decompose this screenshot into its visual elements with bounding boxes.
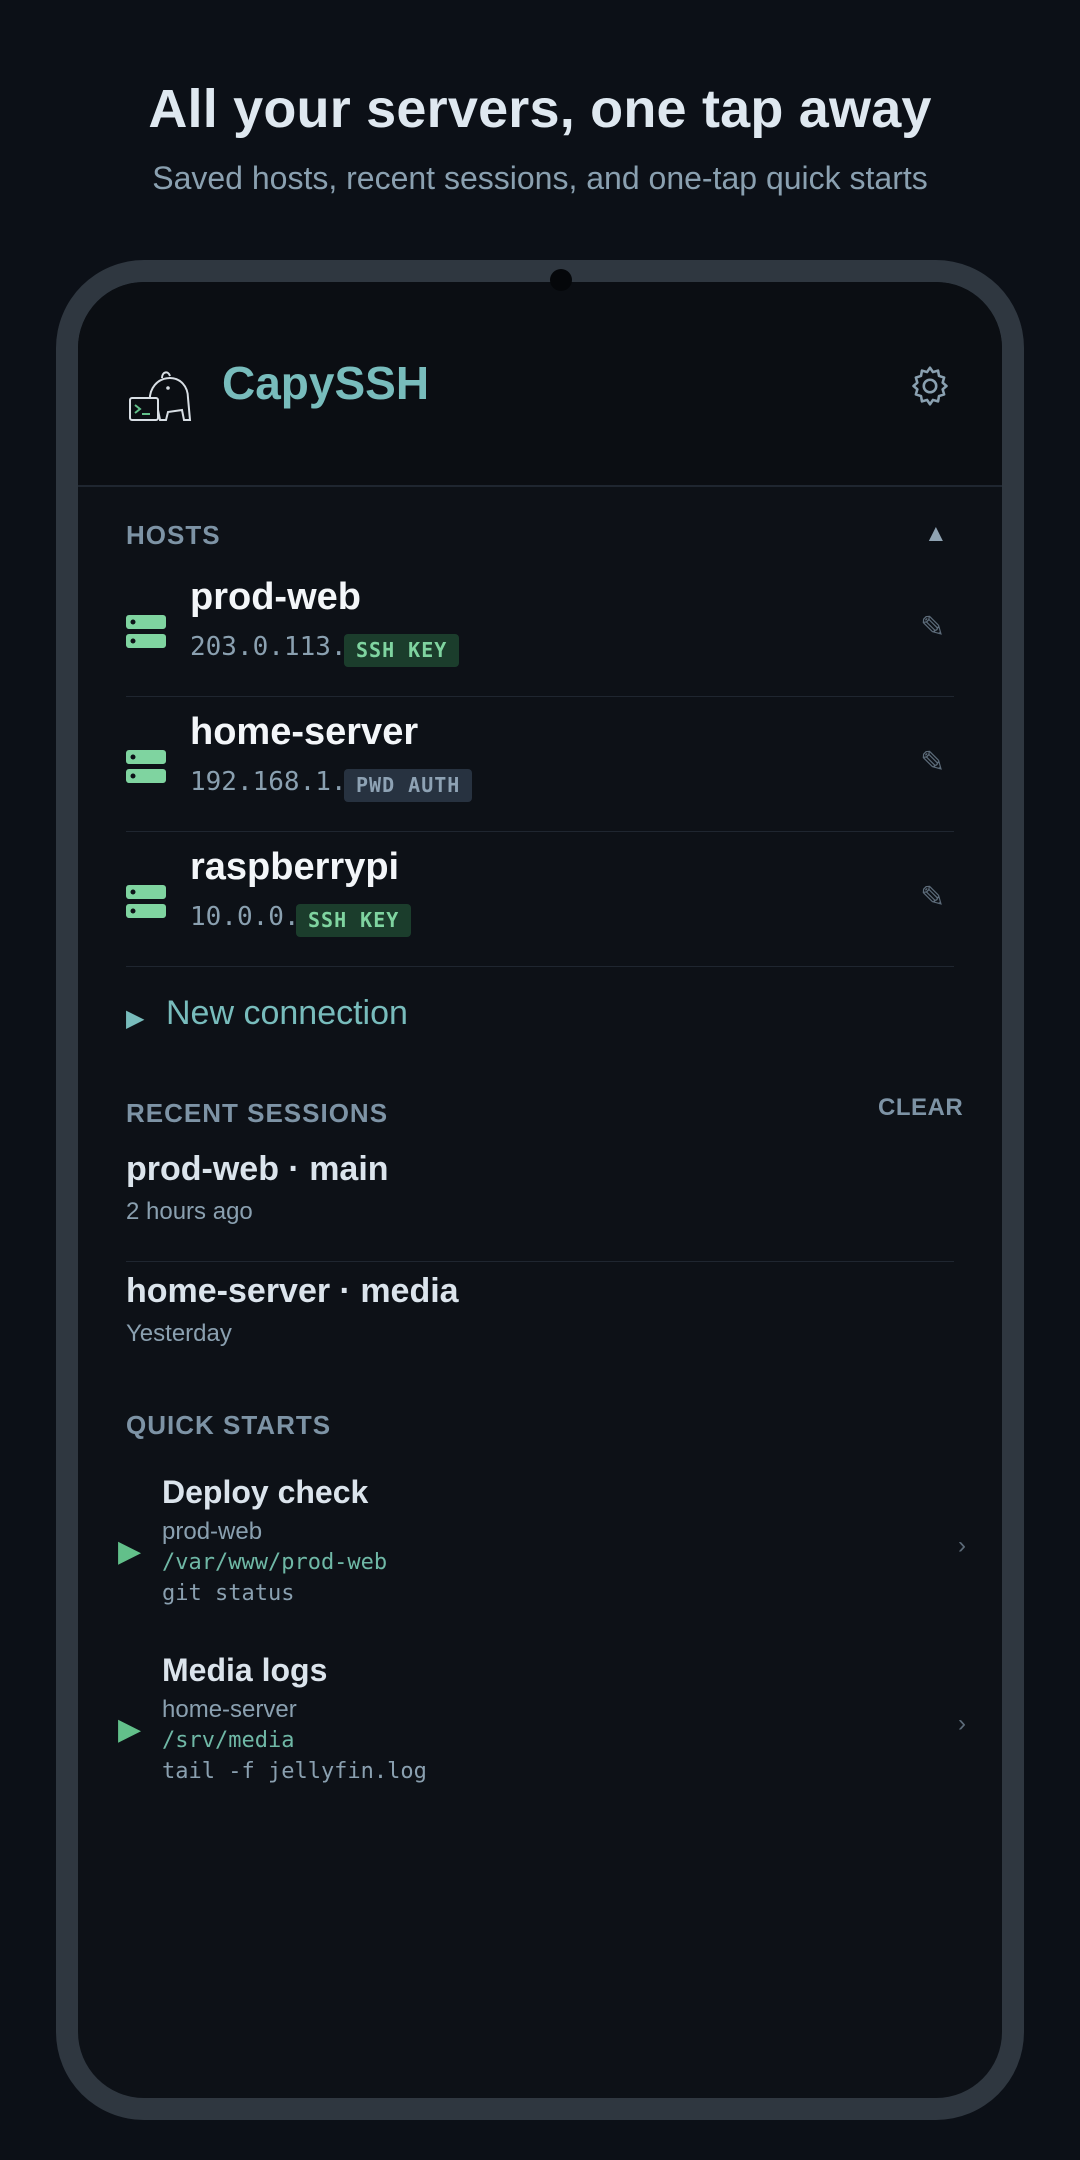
quick-starts-label: QUICK STARTS [126, 1410, 332, 1440]
host-row-home-server[interactable]: home-server 192.168.1.42 PWD AUTH ✎ [126, 697, 954, 832]
camera-notch [550, 269, 572, 291]
host-row-raspberrypi[interactable]: raspberrypi 10.0.0.15 SSH KEY ✎ [126, 832, 954, 967]
hosts-section-label: HOSTS [126, 520, 221, 550]
host-name: prod-web [190, 576, 361, 618]
gear-icon[interactable] [908, 364, 952, 408]
chevron-right-icon: › [958, 1710, 966, 1737]
edit-host-button[interactable]: ✎ [920, 610, 945, 645]
clear-sessions-button[interactable]: CLEAR [878, 1094, 963, 1122]
session-time: Yesterday [126, 1320, 232, 1347]
session-row[interactable]: home-server · media Yesterday [126, 1262, 954, 1384]
host-name: home-server [190, 711, 419, 753]
phone-frame: CapySSH HOSTS ▲ prod-web 203.0.113.42 SS… [56, 260, 1024, 2120]
host-row-prod-web[interactable]: prod-web 203.0.113.42 SSH KEY ✎ [126, 562, 954, 697]
quick-start-row[interactable]: ▶ Media logs home-server /srv/media tail… [118, 1652, 968, 1822]
collapse-hosts-button[interactable]: ▲ [924, 520, 948, 548]
auth-badge: SSH KEY [296, 904, 412, 937]
capybara-terminal-icon [129, 371, 192, 421]
server-icon [126, 885, 166, 918]
quick-start-host: home-server [162, 1696, 297, 1723]
edit-host-button[interactable]: ✎ [920, 745, 945, 780]
new-connection-label: New connection [166, 994, 408, 1032]
quick-start-command: tail -f jellyfin.log [162, 1759, 427, 1784]
app-title: CapySSH [222, 357, 430, 409]
quick-start-row[interactable]: ▶ Deploy check prod-web /var/www/prod-we… [118, 1474, 968, 1644]
quick-start-title: Media logs [162, 1652, 328, 1688]
play-arrow-icon: ▶ [126, 1005, 145, 1032]
quick-start-host: prod-web [162, 1518, 263, 1545]
edit-host-button[interactable]: ✎ [920, 880, 945, 915]
marketing-subline: Saved hosts, recent sessions, and one-ta… [152, 160, 928, 196]
auth-badge: SSH KEY [344, 634, 460, 667]
quick-start-path: /srv/media [162, 1728, 295, 1753]
chevron-right-icon: › [958, 1532, 966, 1559]
quick-start-title: Deploy check [162, 1474, 369, 1510]
app-screen: CapySSH HOSTS ▲ prod-web 203.0.113.42 SS… [78, 282, 1002, 2098]
session-title: home-server · media [126, 1272, 459, 1310]
app-bar: CapySSH [78, 282, 1002, 487]
marketing-headline: All your servers, one tap away [148, 79, 932, 139]
server-icon [126, 615, 166, 648]
quick-start-command: git status [162, 1581, 295, 1606]
server-icon [126, 750, 166, 783]
session-time: 2 hours ago [126, 1198, 253, 1225]
session-title: prod-web · main [126, 1150, 389, 1188]
play-icon[interactable]: ▶ [118, 1712, 141, 1747]
quick-start-path: /var/www/prod-web [162, 1550, 388, 1575]
session-row[interactable]: prod-web · main 2 hours ago [126, 1140, 954, 1262]
play-icon[interactable]: ▶ [118, 1534, 141, 1569]
recent-sessions-label: RECENT SESSIONS [126, 1098, 389, 1128]
auth-badge: PWD AUTH [344, 769, 473, 802]
host-name: raspberrypi [190, 846, 400, 888]
